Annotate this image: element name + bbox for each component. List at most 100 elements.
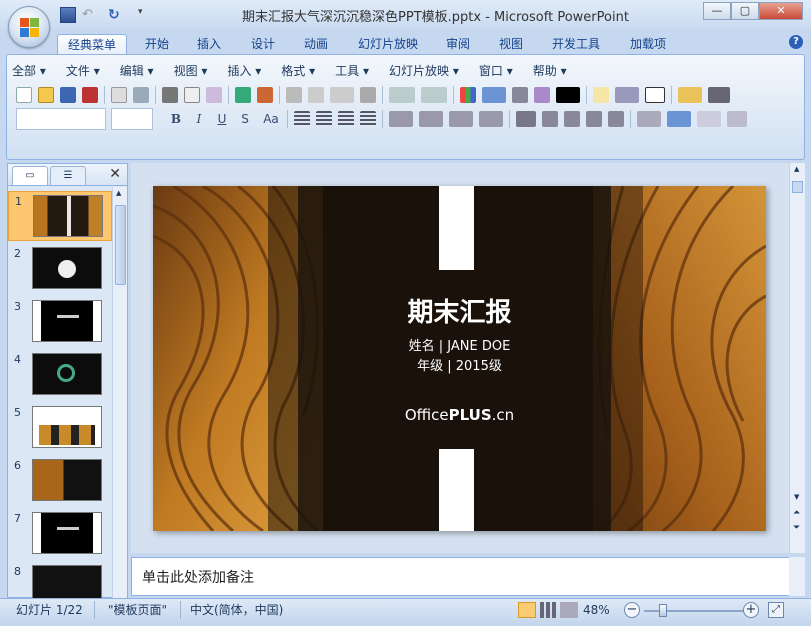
text-box-icon[interactable] bbox=[645, 87, 665, 103]
zoom-level[interactable]: 48% bbox=[583, 601, 610, 619]
find-icon[interactable] bbox=[708, 87, 730, 103]
slide-thumbnail[interactable]: 4 bbox=[8, 350, 112, 400]
line-spacing-icon[interactable] bbox=[419, 111, 443, 127]
font-name-combo[interactable] bbox=[16, 108, 106, 130]
slide-brand[interactable]: OfficePLUS.cn bbox=[153, 406, 766, 424]
menu-window[interactable]: 窗口 ▾ bbox=[479, 62, 513, 79]
menu-insert[interactable]: 插入 ▾ bbox=[227, 62, 261, 79]
maximize-icon[interactable]: ▢ bbox=[731, 2, 759, 20]
undo-icon[interactable] bbox=[389, 87, 415, 103]
quick-styles-icon[interactable] bbox=[697, 111, 721, 127]
align-right-icon[interactable] bbox=[338, 111, 354, 127]
new-slide-icon[interactable] bbox=[593, 87, 609, 103]
arrange-icon[interactable] bbox=[637, 111, 661, 127]
table-icon[interactable] bbox=[482, 87, 506, 103]
close-icon[interactable]: ✕ bbox=[759, 2, 803, 20]
change-case-button[interactable]: Aa bbox=[258, 110, 284, 128]
scroll-thumb[interactable] bbox=[792, 181, 803, 193]
fill-color-icon[interactable] bbox=[556, 87, 580, 103]
thumbnail-scrollbar[interactable]: ▲ bbox=[112, 187, 127, 598]
email-icon[interactable] bbox=[111, 87, 127, 103]
increase-indent-icon[interactable] bbox=[608, 111, 624, 127]
slide-scrollbar[interactable]: ▲ ▼ ⏶ ⏷ bbox=[789, 163, 805, 553]
tab-review[interactable]: 审阅 bbox=[436, 34, 480, 54]
scroll-thumb[interactable] bbox=[115, 205, 126, 285]
menu-edit[interactable]: 编辑 ▾ bbox=[120, 62, 154, 79]
zoom-out-icon[interactable]: − bbox=[624, 602, 640, 618]
slide-sorter-icon[interactable] bbox=[540, 602, 558, 618]
research-icon[interactable] bbox=[257, 87, 273, 103]
text-direction-icon[interactable] bbox=[389, 111, 413, 127]
slide-thumbnail[interactable]: 3 bbox=[8, 297, 112, 347]
slide-thumbnail[interactable]: 8 bbox=[8, 562, 112, 598]
slide-thumbnail[interactable]: 2 bbox=[8, 244, 112, 294]
align-center-icon[interactable] bbox=[316, 111, 332, 127]
current-slide[interactable]: 期末汇报 姓名 | JANE DOE 年级 | 2015级 OfficePLUS… bbox=[153, 186, 766, 531]
clipart-icon[interactable] bbox=[512, 87, 528, 103]
decrease-indent-icon[interactable] bbox=[586, 111, 602, 127]
help-icon[interactable]: ? bbox=[789, 35, 803, 49]
shape-fill-icon[interactable] bbox=[727, 111, 747, 127]
notes-scrollbar[interactable] bbox=[789, 557, 805, 596]
tab-developer[interactable]: 开发工具 bbox=[541, 34, 611, 54]
save-icon[interactable] bbox=[60, 87, 76, 103]
underline-button[interactable]: U bbox=[212, 110, 232, 128]
zoom-slider-thumb[interactable] bbox=[659, 604, 667, 617]
notes-pane[interactable]: 单击此处添加备注 bbox=[131, 557, 791, 596]
menu-help[interactable]: 帮助 ▾ bbox=[533, 62, 567, 79]
shrink-font-icon[interactable] bbox=[564, 111, 580, 127]
menu-slideshow[interactable]: 幻灯片放映 ▾ bbox=[389, 62, 459, 79]
scroll-down-icon[interactable]: ▼ bbox=[794, 493, 799, 501]
language[interactable]: 中文(简体，中国) bbox=[190, 601, 283, 619]
format-painter-icon[interactable] bbox=[360, 87, 376, 103]
shadow-button[interactable]: S bbox=[235, 110, 255, 128]
zoom-in-icon[interactable]: + bbox=[743, 602, 759, 618]
publish-icon[interactable] bbox=[133, 87, 149, 103]
menu-view[interactable]: 视图 ▾ bbox=[174, 62, 208, 79]
tab-insert[interactable]: 插入 bbox=[187, 34, 231, 54]
menu-tools[interactable]: 工具 ▾ bbox=[335, 62, 369, 79]
slide-name-line[interactable]: 姓名 | JANE DOE bbox=[153, 335, 766, 354]
slide-thumbnail[interactable]: 7 bbox=[8, 509, 112, 559]
tab-addins[interactable]: 加载项 bbox=[620, 34, 676, 54]
normal-view-icon[interactable] bbox=[518, 602, 536, 618]
slide-thumbnail[interactable]: 1 bbox=[8, 191, 112, 241]
bold-button[interactable]: B bbox=[166, 110, 186, 128]
window-view-icon[interactable] bbox=[206, 87, 222, 103]
menu-file[interactable]: 文件 ▾ bbox=[66, 62, 100, 79]
cut-icon[interactable] bbox=[286, 87, 302, 103]
close-panel-icon[interactable]: ✕ bbox=[109, 166, 121, 182]
slideshow-icon[interactable] bbox=[560, 602, 578, 618]
new-icon[interactable] bbox=[16, 87, 32, 103]
print-preview-icon[interactable] bbox=[184, 87, 200, 103]
numbering-icon[interactable] bbox=[449, 111, 473, 127]
permission-icon[interactable] bbox=[82, 87, 98, 103]
slide-title[interactable]: 期末汇报 bbox=[153, 292, 766, 329]
color-grayscale-icon[interactable] bbox=[534, 87, 550, 103]
paste-icon[interactable] bbox=[330, 87, 354, 103]
office-button[interactable] bbox=[8, 6, 50, 48]
tab-home[interactable]: 开始 bbox=[135, 34, 179, 54]
slide-thumbnail[interactable]: 5 bbox=[8, 403, 112, 453]
fit-to-window-icon[interactable]: ⤢ bbox=[768, 602, 784, 618]
spelling-icon[interactable] bbox=[235, 87, 251, 103]
italic-button[interactable]: I bbox=[189, 110, 209, 128]
font-size-combo[interactable] bbox=[111, 108, 153, 130]
tab-outline[interactable]: ☰ bbox=[50, 166, 86, 185]
redo-icon[interactable] bbox=[421, 87, 447, 103]
align-left-icon[interactable] bbox=[294, 111, 310, 127]
previous-slide-icon[interactable]: ⏶ bbox=[793, 508, 800, 518]
minimize-icon[interactable]: — bbox=[703, 2, 731, 20]
slide-grade-line[interactable]: 年级 | 2015级 bbox=[153, 355, 766, 374]
scroll-up-icon[interactable]: ▲ bbox=[794, 165, 799, 173]
tab-slideshow[interactable]: 幻灯片放映 bbox=[348, 34, 428, 54]
bullets-icon[interactable] bbox=[479, 111, 503, 127]
slide-thumbnail[interactable]: 6 bbox=[8, 456, 112, 506]
tab-view[interactable]: 视图 bbox=[489, 34, 533, 54]
tab-slides[interactable]: ▭ bbox=[12, 166, 48, 185]
grow-font-icon[interactable] bbox=[542, 111, 558, 127]
layout-icon[interactable] bbox=[615, 87, 639, 103]
print-icon[interactable] bbox=[162, 87, 178, 103]
tab-classic-menu[interactable]: 经典菜单 bbox=[57, 34, 127, 54]
justify-icon[interactable] bbox=[360, 111, 376, 127]
